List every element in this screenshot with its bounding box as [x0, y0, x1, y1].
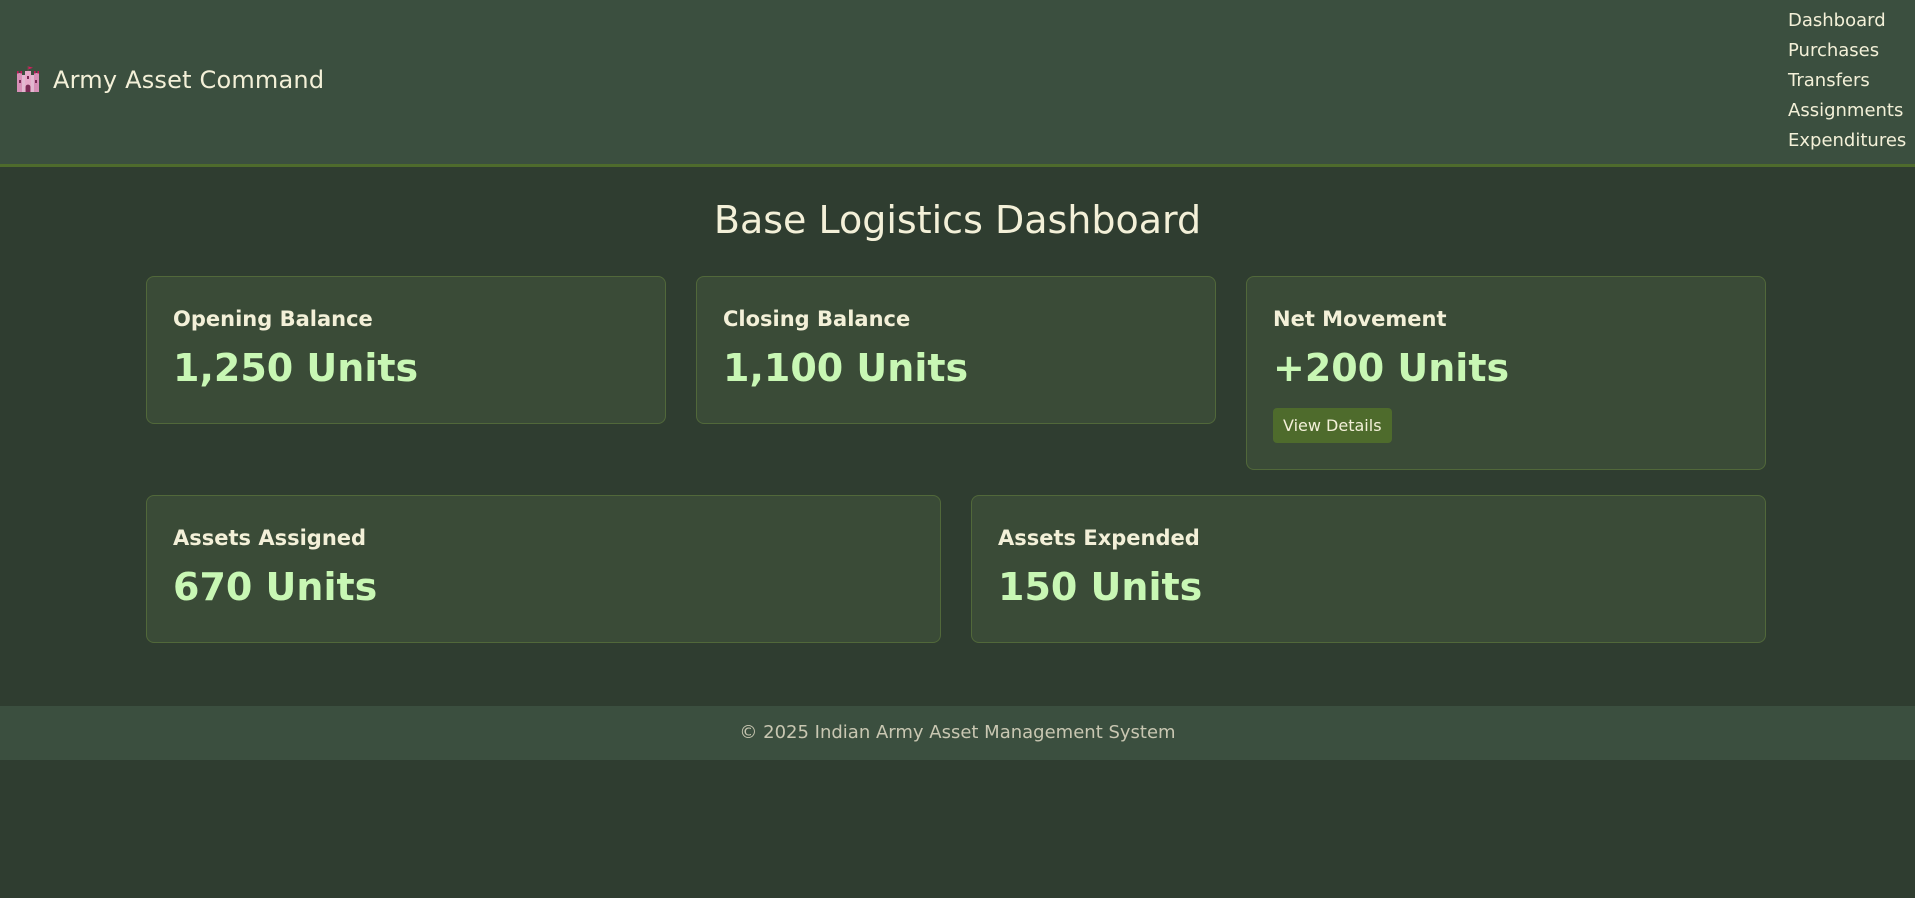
card-value: 150 Units: [998, 565, 1203, 609]
nav-link-assignments[interactable]: Assignments: [1788, 98, 1906, 128]
castle-icon: [17, 66, 39, 92]
assets-expended-card: Assets Expended 150 Units: [971, 495, 1766, 643]
card-label: Net Movement: [1273, 307, 1447, 331]
card-label: Closing Balance: [723, 307, 911, 331]
nav-link-expenditures[interactable]: Expenditures: [1788, 128, 1906, 158]
card-label: Assets Assigned: [173, 526, 367, 550]
main-nav: Dashboard Purchases Transfers Assignment…: [1788, 8, 1906, 158]
assets-assigned-card: Assets Assigned 670 Units: [146, 495, 941, 643]
page-title: Base Logistics Dashboard: [713, 198, 1202, 242]
card-value: 1,250 Units: [173, 346, 419, 390]
card-value: 670 Units: [173, 565, 378, 609]
closing-balance-card: Closing Balance 1,100 Units: [696, 276, 1216, 424]
opening-balance-card: Opening Balance 1,250 Units: [146, 276, 666, 424]
brand-title: Army Asset Command: [53, 66, 325, 94]
nav-link-dashboard[interactable]: Dashboard: [1788, 8, 1906, 38]
brand[interactable]: Army Asset Command: [14, 66, 324, 94]
footer: © 2025 Indian Army Asset Management Syst…: [0, 706, 1915, 760]
top-header: Army Asset Command Dashboard Purchases T…: [0, 0, 1915, 167]
nav-link-transfers[interactable]: Transfers: [1788, 68, 1906, 98]
card-label: Opening Balance: [173, 307, 373, 331]
net-movement-card: Net Movement +200 Units View Details: [1246, 276, 1766, 470]
nav-link-purchases[interactable]: Purchases: [1788, 38, 1906, 68]
footer-copyright: © 2025 Indian Army Asset Management Syst…: [739, 722, 1176, 743]
card-value: +200 Units: [1273, 346, 1510, 390]
view-details-button[interactable]: View Details: [1273, 408, 1392, 443]
card-label: Assets Expended: [998, 526, 1200, 550]
card-value: 1,100 Units: [723, 346, 969, 390]
